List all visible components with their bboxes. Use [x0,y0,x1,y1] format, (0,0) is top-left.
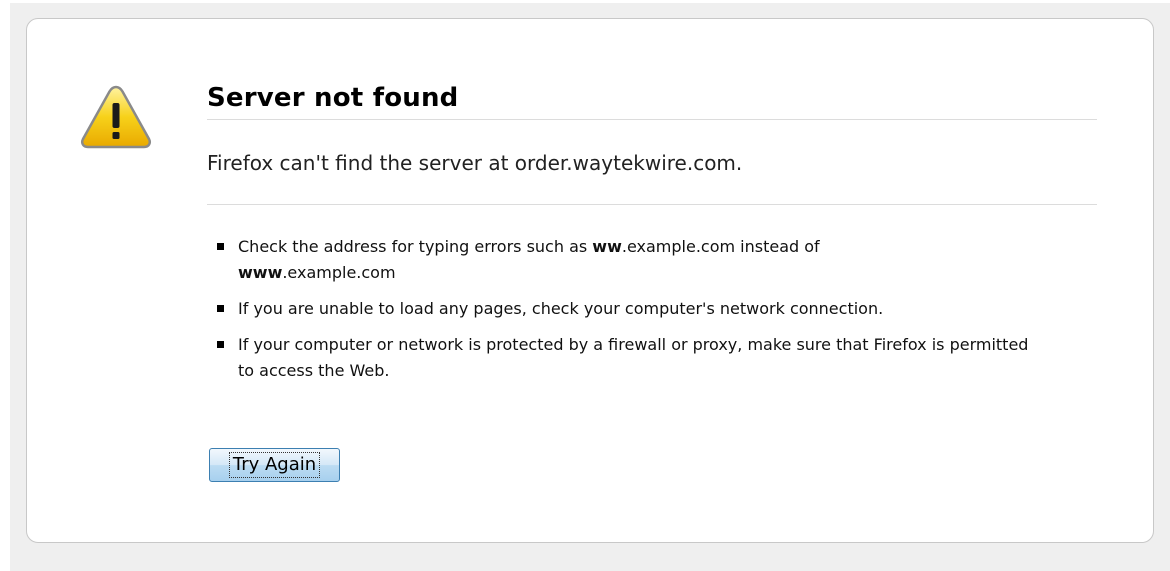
tip-text: Check the address for typing errors such… [238,237,593,256]
page-title: Server not found [207,83,459,113]
list-item: Check the address for typing errors such… [217,234,1037,286]
troubleshooting-list: Check the address for typing errors such… [217,234,1037,394]
title-divider [207,119,1097,120]
tip-text: If your computer or network is protected… [238,335,1029,380]
tip-bold-text: www [238,263,283,282]
tip-text: .example.com [282,263,396,282]
description-divider [207,204,1097,205]
tip-bold-text: ww [592,237,622,256]
error-page-container: Server not found Firefox can't find the … [26,18,1154,543]
list-item: If you are unable to load any pages, che… [217,296,1037,322]
bullet-icon [217,341,224,348]
warning-triangle-icon [80,85,152,149]
try-again-label: Try Again [228,452,321,478]
try-again-button[interactable]: Try Again [209,448,340,482]
error-short-description: Firefox can't find the server at order.w… [207,151,743,175]
list-item: If your computer or network is protected… [217,332,1037,384]
bullet-icon [217,243,224,250]
tip-text: If you are unable to load any pages, che… [238,299,884,318]
bullet-icon [217,305,224,312]
tip-text: .example.com instead of [621,237,820,256]
